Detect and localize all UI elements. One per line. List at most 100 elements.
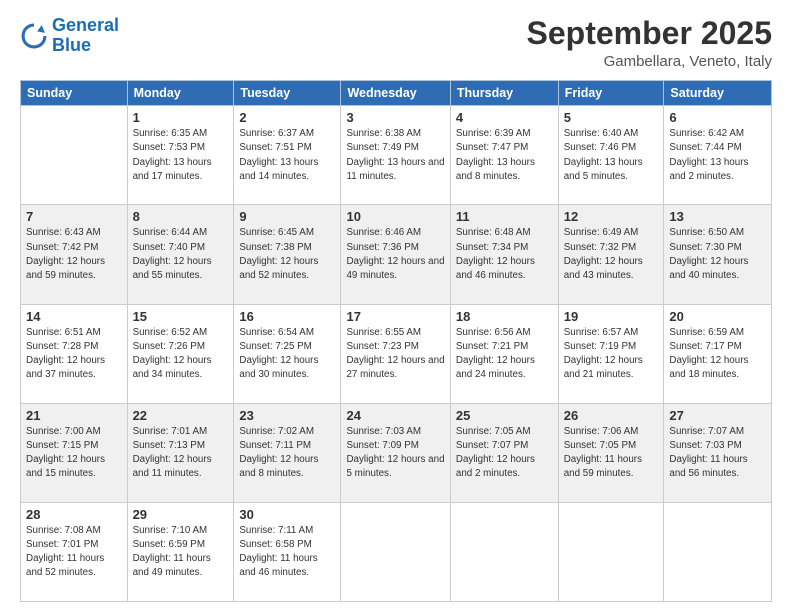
day-info: Sunrise: 6:50 AMSunset: 7:30 PMDaylight:… bbox=[669, 226, 766, 283]
day-number: 22 bbox=[133, 408, 229, 423]
table-row: 5 Sunrise: 6:40 AMSunset: 7:46 PMDaylight… bbox=[558, 106, 664, 205]
day-number: 2 bbox=[239, 110, 335, 125]
day-info: Sunrise: 6:54 AMSunset: 7:25 PMDaylight:… bbox=[239, 326, 335, 383]
day-number: 13 bbox=[669, 209, 766, 224]
table-row: 28 Sunrise: 7:08 AMSunset: 7:01 PMDayligh… bbox=[21, 502, 128, 601]
day-info: Sunrise: 7:03 AMSunset: 7:09 PMDaylight:… bbox=[346, 425, 444, 482]
day-number: 17 bbox=[346, 309, 444, 324]
day-number: 27 bbox=[669, 408, 766, 423]
table-row: 20 Sunrise: 6:59 AMSunset: 7:17 PMDayligh… bbox=[664, 304, 772, 403]
day-number: 9 bbox=[239, 209, 335, 224]
day-info: Sunrise: 7:10 AMSunset: 6:59 PMDaylight:… bbox=[133, 524, 229, 581]
day-number: 1 bbox=[133, 110, 229, 125]
table-row: 16Sunrise: 6:54 AMSunset: 7:25 PMDayligh… bbox=[234, 304, 341, 403]
day-info: Sunrise: 7:07 AMSunset: 7:03 PMDaylight:… bbox=[669, 425, 766, 482]
table-row: 24 Sunrise: 7:03 AMSunset: 7:09 PMDayligh… bbox=[341, 403, 450, 502]
table-row: 25Sunrise: 7:05 AMSunset: 7:07 PMDayligh… bbox=[450, 403, 558, 502]
header: General Blue September 2025 Gambellara, … bbox=[20, 16, 772, 70]
col-tuesday: Tuesday bbox=[234, 81, 341, 106]
col-thursday: Thursday bbox=[450, 81, 558, 106]
calendar-week-row: 21Sunrise: 7:00 AMSunset: 7:15 PMDayligh… bbox=[21, 403, 772, 502]
table-row: 27 Sunrise: 7:07 AMSunset: 7:03 PMDayligh… bbox=[664, 403, 772, 502]
day-info: Sunrise: 6:42 AMSunset: 7:44 PMDaylight:… bbox=[669, 127, 766, 184]
table-row: 17 Sunrise: 6:55 AMSunset: 7:23 PMDayligh… bbox=[341, 304, 450, 403]
day-info: Sunrise: 6:57 AMSunset: 7:19 PMDaylight:… bbox=[564, 326, 659, 383]
day-info: Sunrise: 6:39 AMSunset: 7:47 PMDaylight:… bbox=[456, 127, 553, 184]
day-number: 3 bbox=[346, 110, 444, 125]
table-row bbox=[558, 502, 664, 601]
day-info: Sunrise: 7:01 AMSunset: 7:13 PMDaylight:… bbox=[133, 425, 229, 482]
month-title: September 2025 bbox=[527, 16, 772, 51]
day-info: Sunrise: 6:35 AMSunset: 7:53 PMDaylight:… bbox=[133, 127, 229, 184]
day-number: 26 bbox=[564, 408, 659, 423]
page: General Blue September 2025 Gambellara, … bbox=[0, 0, 792, 612]
day-number: 5 bbox=[564, 110, 659, 125]
calendar-header-row: Sunday Monday Tuesday Wednesday Thursday… bbox=[21, 81, 772, 106]
day-info: Sunrise: 6:40 AMSunset: 7:46 PMDaylight:… bbox=[564, 127, 659, 184]
day-number: 18 bbox=[456, 309, 553, 324]
table-row: 3Sunrise: 6:38 AMSunset: 7:49 PMDaylight… bbox=[341, 106, 450, 205]
day-number: 20 bbox=[669, 309, 766, 324]
day-number: 6 bbox=[669, 110, 766, 125]
day-info: Sunrise: 6:45 AMSunset: 7:38 PMDaylight:… bbox=[239, 226, 335, 283]
day-number: 30 bbox=[239, 507, 335, 522]
day-info: Sunrise: 7:06 AMSunset: 7:05 PMDaylight:… bbox=[564, 425, 659, 482]
table-row: 11Sunrise: 6:48 AMSunset: 7:34 PMDayligh… bbox=[450, 205, 558, 304]
col-monday: Monday bbox=[127, 81, 234, 106]
calendar-week-row: 14Sunrise: 6:51 AMSunset: 7:28 PMDayligh… bbox=[21, 304, 772, 403]
day-number: 28 bbox=[26, 507, 122, 522]
calendar: Sunday Monday Tuesday Wednesday Thursday… bbox=[20, 80, 772, 602]
logo-line2: Blue bbox=[52, 35, 91, 55]
day-number: 8 bbox=[133, 209, 229, 224]
day-number: 15 bbox=[133, 309, 229, 324]
col-friday: Friday bbox=[558, 81, 664, 106]
day-info: Sunrise: 6:52 AMSunset: 7:26 PMDaylight:… bbox=[133, 326, 229, 383]
table-row: 10Sunrise: 6:46 AMSunset: 7:36 PMDayligh… bbox=[341, 205, 450, 304]
calendar-week-row: 28 Sunrise: 7:08 AMSunset: 7:01 PMDayligh… bbox=[21, 502, 772, 601]
day-info: Sunrise: 6:37 AMSunset: 7:51 PMDaylight:… bbox=[239, 127, 335, 184]
calendar-week-row: 1 Sunrise: 6:35 AMSunset: 7:53 PMDaylight… bbox=[21, 106, 772, 205]
table-row: 4 Sunrise: 6:39 AMSunset: 7:47 PMDaylight… bbox=[450, 106, 558, 205]
table-row: 7Sunrise: 6:43 AMSunset: 7:42 PMDaylight… bbox=[21, 205, 128, 304]
table-row: 23Sunrise: 7:02 AMSunset: 7:11 PMDayligh… bbox=[234, 403, 341, 502]
table-row bbox=[450, 502, 558, 601]
table-row: 14Sunrise: 6:51 AMSunset: 7:28 PMDayligh… bbox=[21, 304, 128, 403]
table-row: 22 Sunrise: 7:01 AMSunset: 7:13 PMDayligh… bbox=[127, 403, 234, 502]
day-info: Sunrise: 6:43 AMSunset: 7:42 PMDaylight:… bbox=[26, 226, 122, 283]
table-row: 26 Sunrise: 7:06 AMSunset: 7:05 PMDayligh… bbox=[558, 403, 664, 502]
location: Gambellara, Veneto, Italy bbox=[527, 53, 772, 70]
day-number: 24 bbox=[346, 408, 444, 423]
table-row bbox=[21, 106, 128, 205]
day-number: 21 bbox=[26, 408, 122, 423]
day-info: Sunrise: 6:44 AMSunset: 7:40 PMDaylight:… bbox=[133, 226, 229, 283]
col-wednesday: Wednesday bbox=[341, 81, 450, 106]
table-row: 30 Sunrise: 7:11 AMSunset: 6:58 PMDayligh… bbox=[234, 502, 341, 601]
day-number: 4 bbox=[456, 110, 553, 125]
col-sunday: Sunday bbox=[21, 81, 128, 106]
table-row: 18 Sunrise: 6:56 AMSunset: 7:21 PMDayligh… bbox=[450, 304, 558, 403]
day-number: 23 bbox=[239, 408, 335, 423]
day-number: 11 bbox=[456, 209, 553, 224]
day-info: Sunrise: 7:08 AMSunset: 7:01 PMDaylight:… bbox=[26, 524, 122, 581]
table-row: 8 Sunrise: 6:44 AMSunset: 7:40 PMDaylight… bbox=[127, 205, 234, 304]
table-row: 21Sunrise: 7:00 AMSunset: 7:15 PMDayligh… bbox=[21, 403, 128, 502]
table-row: 9 Sunrise: 6:45 AMSunset: 7:38 PMDaylight… bbox=[234, 205, 341, 304]
table-row: 6 Sunrise: 6:42 AMSunset: 7:44 PMDaylight… bbox=[664, 106, 772, 205]
logo-text: General Blue bbox=[52, 16, 119, 56]
table-row: 13 Sunrise: 6:50 AMSunset: 7:30 PMDayligh… bbox=[664, 205, 772, 304]
table-row: 2 Sunrise: 6:37 AMSunset: 7:51 PMDaylight… bbox=[234, 106, 341, 205]
table-row: 12Sunrise: 6:49 AMSunset: 7:32 PMDayligh… bbox=[558, 205, 664, 304]
day-info: Sunrise: 6:51 AMSunset: 7:28 PMDaylight:… bbox=[26, 326, 122, 383]
table-row: 19Sunrise: 6:57 AMSunset: 7:19 PMDayligh… bbox=[558, 304, 664, 403]
day-info: Sunrise: 7:11 AMSunset: 6:58 PMDaylight:… bbox=[239, 524, 335, 581]
day-info: Sunrise: 6:46 AMSunset: 7:36 PMDaylight:… bbox=[346, 226, 444, 283]
day-info: Sunrise: 6:56 AMSunset: 7:21 PMDaylight:… bbox=[456, 326, 553, 383]
table-row bbox=[664, 502, 772, 601]
title-block: September 2025 Gambellara, Veneto, Italy bbox=[527, 16, 772, 70]
day-info: Sunrise: 6:59 AMSunset: 7:17 PMDaylight:… bbox=[669, 326, 766, 383]
logo-icon bbox=[20, 22, 48, 50]
day-info: Sunrise: 6:49 AMSunset: 7:32 PMDaylight:… bbox=[564, 226, 659, 283]
table-row: 29Sunrise: 7:10 AMSunset: 6:59 PMDayligh… bbox=[127, 502, 234, 601]
table-row bbox=[341, 502, 450, 601]
day-info: Sunrise: 6:55 AMSunset: 7:23 PMDaylight:… bbox=[346, 326, 444, 383]
